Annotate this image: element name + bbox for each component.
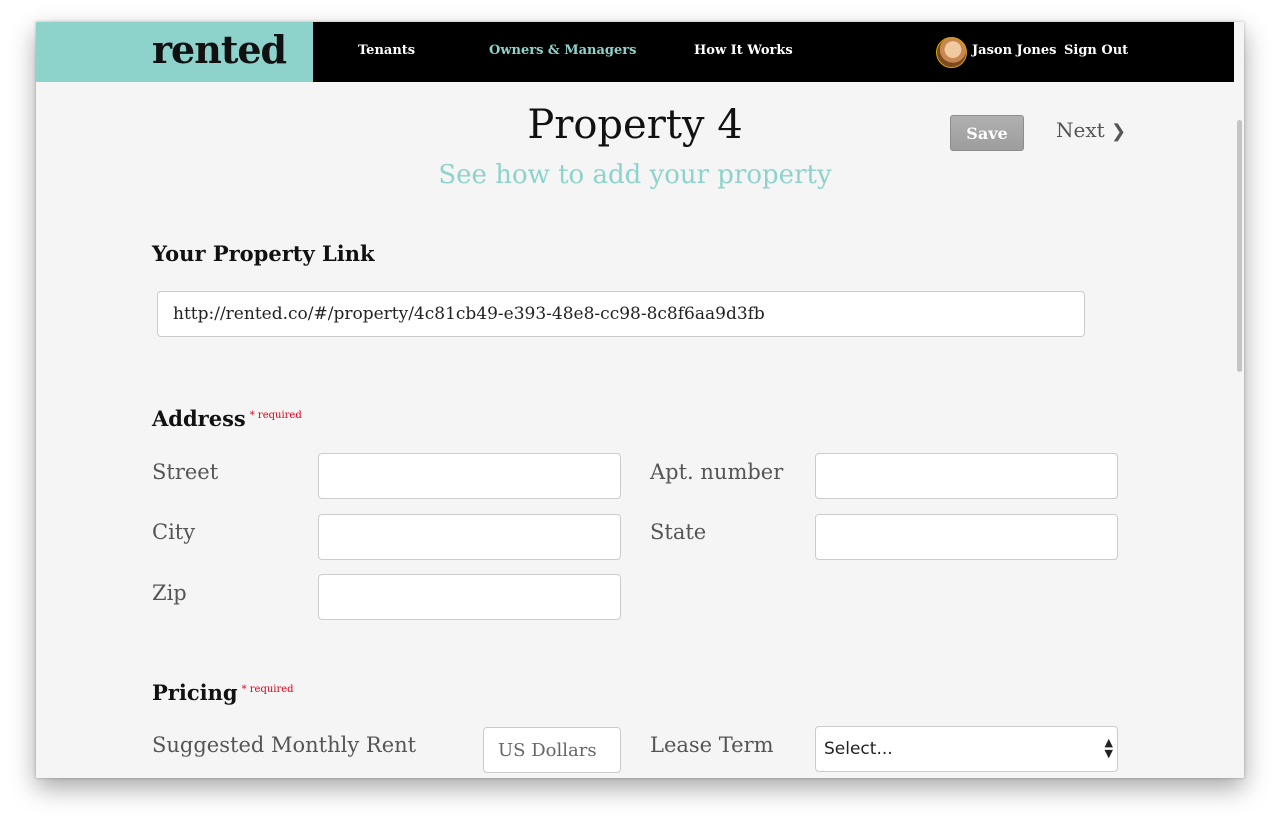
user-avatar[interactable] <box>936 37 967 68</box>
zip-label: Zip <box>152 581 187 605</box>
city-input[interactable] <box>318 514 621 560</box>
sign-out-link[interactable]: Sign Out <box>1064 43 1128 58</box>
chevron-right-icon: ❯ <box>1111 121 1127 142</box>
required-note: * required <box>249 410 302 421</box>
street-input[interactable] <box>318 453 621 499</box>
state-input[interactable] <box>815 514 1118 560</box>
save-button[interactable]: Save <box>950 115 1024 151</box>
lease-term-label: Lease Term <box>650 733 774 757</box>
user-name[interactable]: Jason Jones <box>972 43 1056 58</box>
select-arrows-icon: ▲ ▼ <box>1104 736 1113 760</box>
apt-number-label: Apt. number <box>650 460 784 484</box>
address-heading-text: Address <box>152 406 246 431</box>
vertical-scrollbar[interactable] <box>1234 82 1244 778</box>
browser-window: rented Tenants Owners & Managers How It … <box>36 22 1244 778</box>
lease-term-select[interactable]: Select... ▲ ▼ <box>815 726 1118 772</box>
monthly-rent-input[interactable] <box>483 727 621 773</box>
nav-link-how-it-works[interactable]: How It Works <box>694 43 793 58</box>
street-label: Street <box>152 460 219 484</box>
apt-number-input[interactable] <box>815 453 1118 499</box>
lease-term-selected: Select... <box>824 739 893 759</box>
nav-link-owners-managers[interactable]: Owners & Managers <box>489 43 636 58</box>
city-label: City <box>152 520 196 544</box>
page-title: Property 4 <box>527 102 743 148</box>
property-link-heading: Your Property Link <box>152 241 375 266</box>
next-button[interactable]: Next ❯ <box>1056 118 1126 142</box>
scrollbar-thumb[interactable] <box>1237 120 1242 372</box>
property-link-field[interactable]: http://rented.co/#/property/4c81cb49-e39… <box>157 291 1085 337</box>
logo[interactable]: rented <box>152 27 287 72</box>
address-heading: Address * required <box>152 406 302 431</box>
pricing-heading-text: Pricing <box>152 680 238 705</box>
required-note: * required <box>241 684 294 695</box>
pricing-heading: Pricing * required <box>152 680 294 705</box>
next-label: Next <box>1056 118 1105 142</box>
top-navbar: rented Tenants Owners & Managers How It … <box>36 22 1234 82</box>
logo-area[interactable]: rented <box>36 22 313 82</box>
how-to-add-property-link[interactable]: See how to add your property <box>36 160 1234 190</box>
nav-link-tenants[interactable]: Tenants <box>358 43 415 58</box>
suggested-rent-label: Suggested Monthly Rent <box>152 733 417 757</box>
state-label: State <box>650 520 707 544</box>
zip-input[interactable] <box>318 574 621 620</box>
